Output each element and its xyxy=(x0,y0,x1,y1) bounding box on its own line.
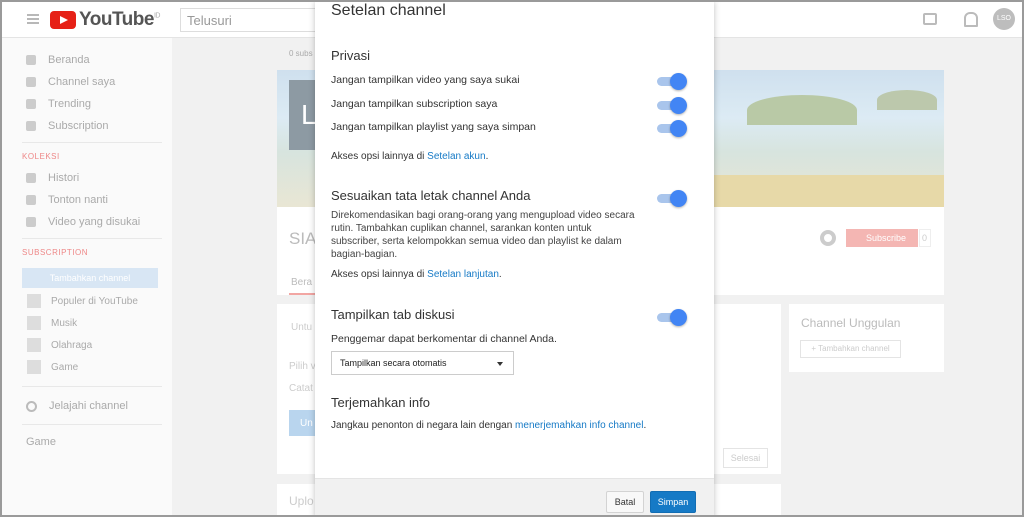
content-tab: Untu xyxy=(291,322,313,333)
app-frame: YouTubeID Telusuri LSO Beranda Channel s… xyxy=(0,0,1024,517)
plus-circle-icon xyxy=(26,400,37,412)
subscription-icon xyxy=(26,121,36,131)
discussion-tab-toggle[interactable] xyxy=(657,309,687,326)
collection-heading: KOLEKSI xyxy=(22,152,60,161)
dialog-title: Setelan channel xyxy=(331,2,446,19)
sidebar-divider xyxy=(22,424,162,425)
hourglass-icon xyxy=(26,173,36,183)
subscribe-count: 0 xyxy=(919,229,931,247)
save-button[interactable]: Simpan xyxy=(650,491,696,513)
banner-beach xyxy=(707,175,944,207)
home-icon xyxy=(26,55,36,65)
cancel-button[interactable]: Batal xyxy=(606,491,644,513)
subscriber-count: 0 subs xyxy=(289,49,313,58)
youtube-play-icon xyxy=(50,11,76,29)
bell-icon[interactable] xyxy=(962,11,978,27)
done-button[interactable]: Selesai xyxy=(723,448,768,468)
youtube-logo[interactable]: YouTubeID xyxy=(50,9,160,30)
dialog-footer: Batal Simpan xyxy=(315,478,714,515)
hide-subscriptions-toggle[interactable] xyxy=(657,97,687,114)
privacy-heading: Privasi xyxy=(331,48,371,63)
subscription-item[interactable]: Populer di YouTube xyxy=(27,294,138,308)
hide-saved-playlists-toggle[interactable] xyxy=(657,120,687,137)
active-tab-indicator xyxy=(289,293,315,295)
sidebar-item-browse-channels[interactable]: Jelajahi channel xyxy=(26,400,128,412)
privacy-option-label: Jangan tampilkan subscription saya xyxy=(331,98,498,110)
translate-info-link[interactable]: menerjemahkan info channel xyxy=(515,420,643,431)
account-settings-hint: Akses opsi lainnya di Setelan akun. xyxy=(331,151,489,162)
sidebar-divider xyxy=(22,386,162,387)
translate-heading: Terjemahkan info xyxy=(331,395,430,410)
discussion-heading: Tampilkan tab diskusi xyxy=(331,307,455,322)
channel-settings-dialog: Setelan channel Privasi Jangan tampilkan… xyxy=(315,2,714,515)
avatar[interactable]: LSO xyxy=(993,8,1015,30)
content-text: Pilih v xyxy=(289,361,316,372)
toggle-knob xyxy=(670,97,687,114)
toggle-knob xyxy=(670,73,687,90)
toggle-knob xyxy=(670,120,687,137)
account-settings-link[interactable]: Setelan akun xyxy=(427,151,485,162)
channel-thumbnail xyxy=(27,294,41,308)
privacy-option-label: Jangan tampilkan video yang saya sukai xyxy=(331,74,520,86)
hide-liked-videos-toggle[interactable] xyxy=(657,73,687,90)
channel-name: SIA xyxy=(289,229,317,248)
advanced-settings-link[interactable]: Setelan lanjutan xyxy=(427,269,499,280)
discussion-description: Penggemar dapat berkomentar di channel A… xyxy=(331,333,557,345)
banner-island xyxy=(877,90,937,110)
channel-thumbnail xyxy=(27,360,41,374)
add-featured-channel-button[interactable]: + Tambahkan channel xyxy=(800,340,901,358)
gear-icon[interactable] xyxy=(820,230,836,246)
sidebar-item-my-channel[interactable]: Channel saya xyxy=(26,74,115,90)
toggle-knob xyxy=(670,309,687,326)
flame-icon xyxy=(26,99,36,109)
subscription-heading: SUBSCRIPTION xyxy=(22,248,89,257)
menu-icon[interactable] xyxy=(27,14,39,24)
person-icon xyxy=(26,77,36,87)
featured-channels-title: Channel Unggulan xyxy=(801,316,901,330)
search-input[interactable]: Telusuri xyxy=(180,8,316,32)
sidebar-item-subscriptions[interactable]: Subscription xyxy=(26,118,109,134)
subscription-item[interactable]: Olahraga xyxy=(27,338,92,352)
layout-heading: Sesuaikan tata letak channel Anda xyxy=(331,188,531,203)
channel-thumbnail xyxy=(27,338,41,352)
translate-description: Jangkau penonton di negara lain dengan m… xyxy=(331,420,647,431)
sidebar-divider xyxy=(22,142,162,143)
content-text: Catat xyxy=(289,383,313,394)
layout-description: Direkomendasikan bagi orang-orang yang m… xyxy=(331,210,635,260)
sidebar-item-game[interactable]: Game xyxy=(26,436,56,448)
banner-island xyxy=(747,95,857,125)
channel-thumbnail xyxy=(27,316,41,330)
clock-icon xyxy=(26,195,36,205)
uploads-label: Uplo xyxy=(289,494,314,508)
chevron-down-icon xyxy=(497,362,503,366)
youtube-wordmark: YouTubeID xyxy=(79,9,160,30)
subscribe-button[interactable]: Subscribe xyxy=(846,229,918,247)
add-channel-button[interactable]: Tambahkan channel xyxy=(22,268,158,288)
sidebar-item-watch-later[interactable]: Tonton nanti xyxy=(26,192,108,208)
subscription-item[interactable]: Musik xyxy=(27,316,77,330)
sidebar-item-home[interactable]: Beranda xyxy=(26,52,90,68)
discussion-visibility-select[interactable]: Tampilkan secara otomatis xyxy=(331,351,514,375)
sidebar-item-trending[interactable]: Trending xyxy=(26,96,91,112)
advanced-settings-hint: Akses opsi lainnya di Setelan lanjutan. xyxy=(331,269,502,280)
privacy-option-label: Jangan tampilkan playlist yang saya simp… xyxy=(331,121,536,133)
customize-layout-toggle[interactable] xyxy=(657,190,687,207)
tab-home[interactable]: Bera xyxy=(291,277,312,288)
thumb-up-icon xyxy=(26,217,36,227)
featured-channels-card xyxy=(789,304,944,372)
subscription-item[interactable]: Game xyxy=(27,360,78,374)
sidebar-item-history[interactable]: Histori xyxy=(26,170,79,186)
upload-video-icon[interactable] xyxy=(923,13,937,25)
sidebar-item-liked-videos[interactable]: Video yang disukai xyxy=(26,214,140,230)
sidebar-divider xyxy=(22,238,162,239)
toggle-knob xyxy=(670,190,687,207)
